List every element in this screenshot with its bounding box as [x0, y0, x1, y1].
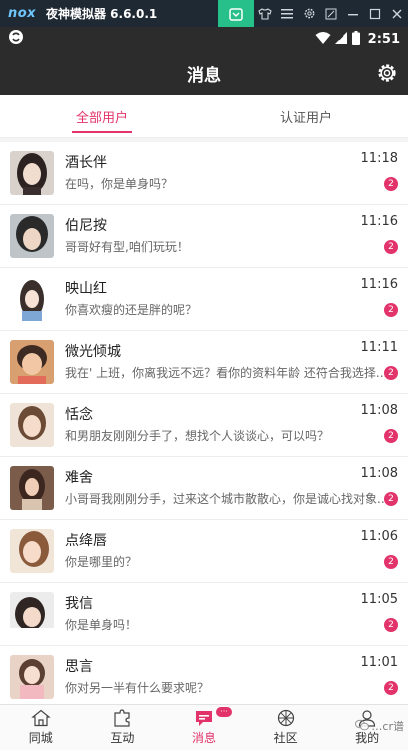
message-time: 11:08 — [360, 403, 398, 418]
minimize-icon[interactable] — [342, 0, 364, 27]
nav-label: 互动 — [110, 731, 135, 745]
tab-all-users[interactable]: 全部用户 — [0, 95, 204, 137]
avatar[interactable] — [10, 340, 54, 384]
watermark: …cr谱 — [355, 718, 404, 734]
message-time: 11:01 — [360, 655, 398, 670]
message-time: 11:18 — [360, 151, 398, 166]
close-icon[interactable] — [386, 0, 408, 27]
emulator-title-bar: nox 夜神模拟器 6.6.0.1 — [0, 0, 408, 27]
unread-badge: 2 — [384, 681, 398, 695]
user-filter-tabs: 全部用户 认证用户 — [0, 95, 408, 138]
puzzle-icon — [112, 709, 132, 727]
nav-item-community[interactable]: 社区 — [245, 705, 327, 750]
message-time: 11:05 — [360, 592, 398, 607]
menu-icon[interactable] — [276, 0, 298, 27]
unread-badge: 2 — [384, 492, 398, 506]
message-item[interactable]: 点绛唇 你是哪里的？ 11:06 2 — [0, 520, 408, 583]
unread-badge: 2 — [384, 429, 398, 443]
message-item[interactable]: 我信 你是单身吗！ 11:05 2 — [0, 583, 408, 646]
nav-badge: ··· — [215, 707, 232, 717]
page-title: 消息 — [187, 65, 221, 86]
nav-label: 消息 — [191, 731, 216, 745]
avatar[interactable] — [10, 151, 54, 195]
nox-logo: nox — [7, 6, 37, 21]
message-item[interactable]: 映山红 你喜欢瘦的还是胖的呢？ 11:16 2 — [0, 268, 408, 331]
avatar[interactable] — [10, 466, 54, 510]
nav-label: 同城 — [28, 731, 53, 745]
message-item[interactable]: 微光倾城 我在' 上班，你离我远不远？看你的资料年龄 还符合我选择... 11:… — [0, 331, 408, 394]
nav-item-nearby[interactable]: 同城 — [0, 705, 82, 750]
nav-label: 社区 — [273, 731, 298, 745]
wifi-icon — [315, 30, 331, 49]
message-list: 酒长伴 在吗，你是单身吗？ 11:18 2 伯尼按 哥哥好有型,咱们玩玩！ 11… — [0, 142, 408, 704]
avatar[interactable] — [10, 277, 54, 321]
gear-icon[interactable] — [298, 0, 320, 27]
message-item[interactable]: 思言 你对另一半有什么要求呢？ 11:01 2 — [0, 646, 408, 704]
home-icon — [31, 709, 51, 727]
message-item[interactable]: 伯尼按 哥哥好有型,咱们玩玩！ 11:16 2 — [0, 205, 408, 268]
message-item[interactable]: 难舍 小哥哥我刚刚分手，过来这个城市散散心，你是诚心找对象... 11:08 2 — [0, 457, 408, 520]
message-time: 11:16 — [360, 214, 398, 229]
unread-badge: 2 — [384, 618, 398, 632]
avatar[interactable] — [10, 655, 54, 699]
unread-badge: 2 — [384, 177, 398, 191]
maximize-icon[interactable] — [364, 0, 386, 27]
battery-icon — [351, 30, 360, 49]
message-item[interactable]: 恬念 和男朋友刚刚分手了，想找个人谈谈心，可以吗？ 11:08 2 — [0, 394, 408, 457]
nav-item-messages[interactable]: ··· 消息 — [163, 705, 245, 750]
message-item[interactable]: 酒长伴 在吗，你是单身吗？ 11:18 2 — [0, 142, 408, 205]
message-time: 11:11 — [360, 340, 398, 355]
avatar[interactable] — [10, 592, 54, 636]
collapse-icon[interactable] — [320, 0, 342, 27]
watermark-icon — [355, 719, 370, 734]
avatar[interactable] — [10, 403, 54, 447]
status-bar: 2:51 — [0, 27, 408, 51]
unread-badge: 2 — [384, 366, 398, 380]
status-time: 2:51 — [367, 31, 400, 47]
bottom-nav: 同城 互动 ··· 消息 社区 我的 — [0, 704, 408, 750]
unread-badge: 2 — [384, 240, 398, 254]
unread-badge: 2 — [384, 303, 398, 317]
message-time: 11:08 — [360, 466, 398, 481]
app-header: 消息 — [0, 51, 408, 95]
community-icon — [276, 709, 296, 727]
app-center-icon[interactable] — [218, 0, 254, 27]
nav-item-interact[interactable]: 互动 — [82, 705, 164, 750]
unread-badge: 2 — [384, 555, 398, 569]
shirt-icon[interactable] — [254, 0, 276, 27]
settings-gear-icon[interactable] — [376, 62, 398, 84]
message-time: 11:06 — [360, 529, 398, 544]
watermark-text: …cr谱 — [371, 720, 404, 733]
tab-verified-users[interactable]: 认证用户 — [204, 95, 408, 137]
avatar[interactable] — [10, 529, 54, 573]
message-icon — [194, 709, 214, 727]
sync-icon — [8, 29, 24, 49]
avatar[interactable] — [10, 214, 54, 258]
message-time: 11:16 — [360, 277, 398, 292]
signal-icon — [334, 30, 348, 49]
emulator-title: 夜神模拟器 6.6.0.1 — [46, 7, 158, 21]
